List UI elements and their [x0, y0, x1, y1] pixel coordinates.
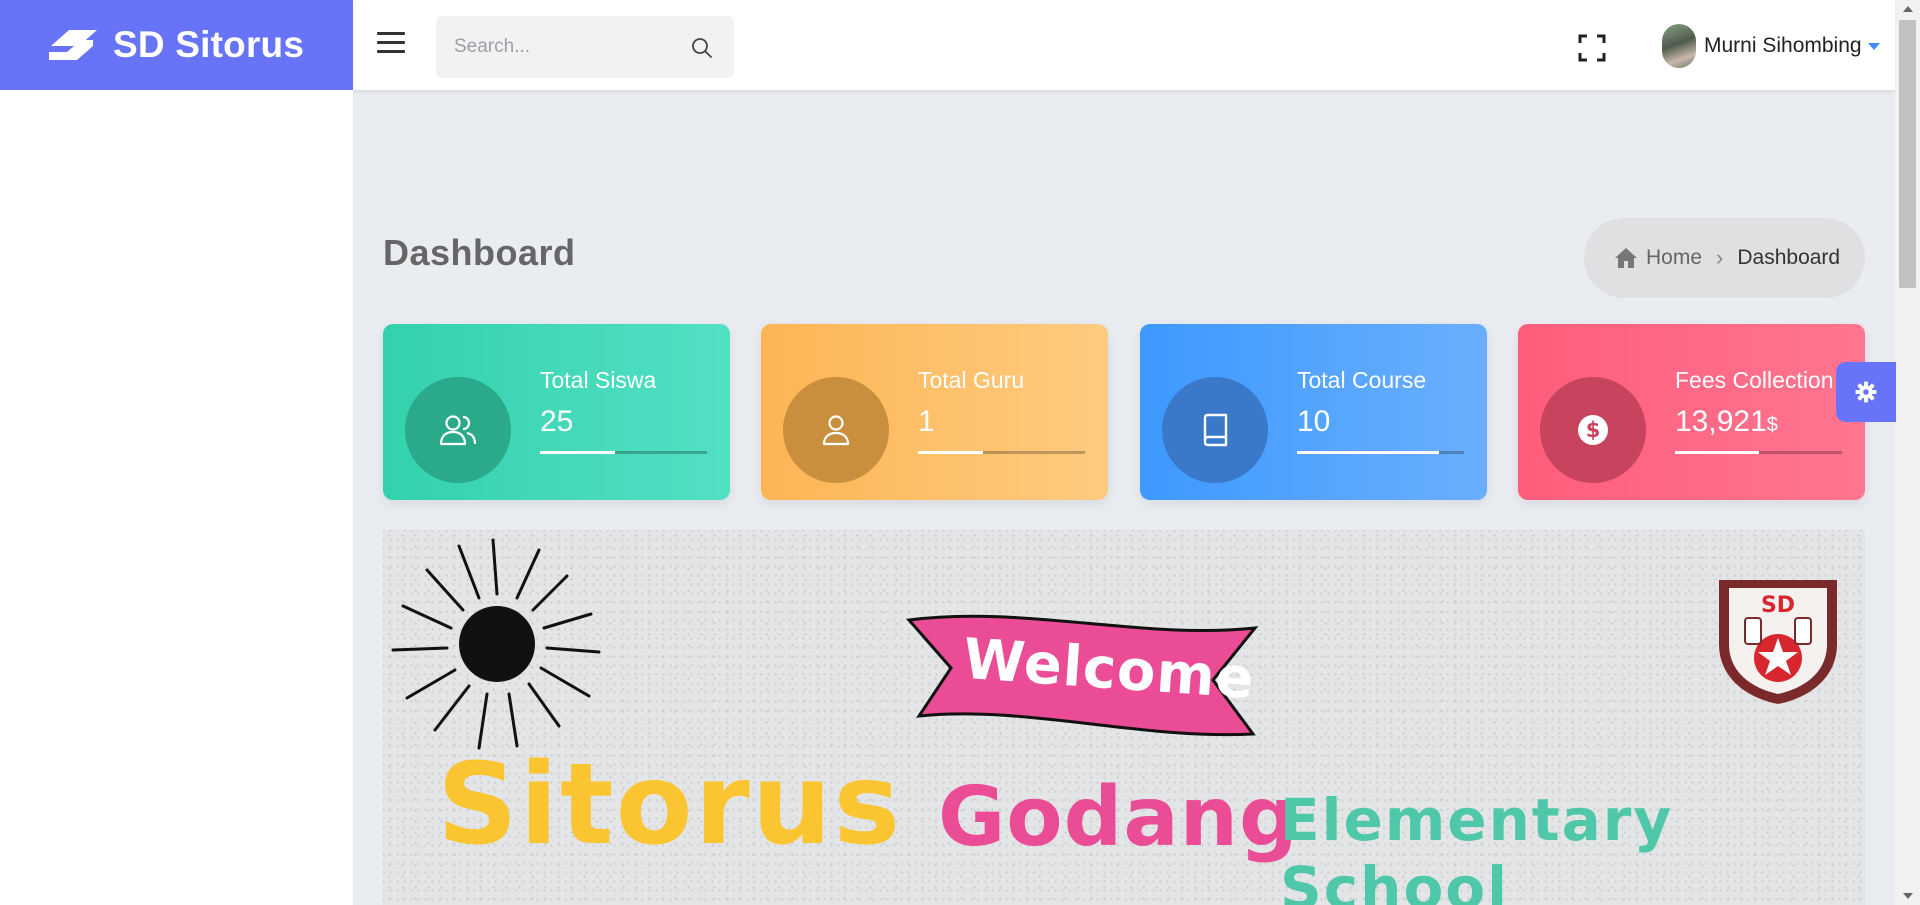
banner-word-sitorus: Sitorus — [437, 740, 903, 870]
home-icon[interactable] — [1614, 247, 1638, 269]
fullscreen-icon[interactable] — [1578, 34, 1606, 62]
users-icon — [439, 415, 477, 446]
brand-logo-area[interactable]: SD Sitorus — [0, 0, 353, 90]
search-input[interactable] — [436, 16, 666, 78]
stat-card-total-guru[interactable]: Total Guru 1 — [761, 324, 1108, 500]
crest-label: SD — [1761, 593, 1795, 618]
stat-progress-fill — [1675, 451, 1759, 454]
breadcrumb-home-link[interactable]: Home — [1646, 246, 1702, 270]
sun-illustration — [391, 538, 601, 750]
scroll-up-icon[interactable] — [1903, 6, 1913, 12]
breadcrumb-current: Dashboard — [1737, 246, 1841, 269]
top-navbar: Murni Sihombing — [353, 0, 1895, 90]
stat-progress-fill — [1297, 451, 1439, 454]
gear-icon — [1855, 381, 1877, 403]
stat-value: 10 — [1297, 405, 1331, 438]
stat-unit: $ — [1766, 414, 1778, 436]
avatar — [1662, 24, 1696, 68]
svg-text:$: $ — [1586, 418, 1601, 442]
banner-word-godang: Godang — [938, 770, 1299, 865]
sidebar — [0, 90, 353, 905]
user-name: Murni Sihombing — [1704, 34, 1862, 57]
menu-toggle-icon[interactable] — [377, 32, 405, 56]
stat-value: 25 — [540, 405, 574, 438]
breadcrumb-separator-icon: › — [1716, 245, 1724, 270]
welcome-banner: Welcome SD Sitorus Godang Elementary Sch… — [383, 530, 1865, 905]
dollar-icon: $ — [1578, 415, 1608, 445]
stat-icon-circle — [1162, 377, 1268, 483]
stat-progress-fill — [918, 451, 984, 454]
stat-progress-bar — [1675, 451, 1842, 454]
page-title: Dashboard — [383, 232, 576, 273]
stat-icon-circle — [783, 377, 889, 483]
school-crest: SD — [1719, 580, 1837, 704]
scroll-down-icon[interactable] — [1903, 893, 1913, 899]
stat-label: Total Course — [1297, 367, 1427, 393]
breadcrumb: Home › Dashboard — [1584, 218, 1865, 298]
stat-progress-bar — [918, 451, 1085, 454]
stat-value: 13,921$ — [1675, 405, 1778, 438]
brand-logo-icon — [49, 30, 97, 60]
stat-label: Fees Collection — [1675, 367, 1834, 393]
user-icon — [822, 415, 850, 446]
scroll-thumb[interactable] — [1899, 20, 1916, 288]
search-box — [436, 16, 734, 78]
stat-progress-bar — [1297, 451, 1464, 454]
stat-label: Total Guru — [918, 367, 1025, 393]
stat-progress-fill — [540, 451, 616, 454]
page-scrollbar[interactable] — [1895, 0, 1920, 905]
stat-card-total-siswa[interactable]: Total Siswa 25 — [383, 324, 730, 500]
stat-card-fees-collection[interactable]: $ Fees Collection 13,921$ — [1518, 324, 1865, 500]
search-icon[interactable] — [690, 36, 714, 60]
stat-card-total-course[interactable]: Total Course 10 — [1140, 324, 1487, 500]
user-menu[interactable]: Murni Sihombing — [1662, 24, 1880, 68]
settings-toggle-button[interactable] — [1836, 362, 1896, 422]
stat-value: 1 — [918, 405, 935, 438]
brand-name: SD Sitorus — [113, 24, 305, 65]
stat-progress-bar — [540, 451, 707, 454]
stat-icon-circle — [405, 377, 511, 483]
book-icon — [1203, 413, 1228, 447]
stat-label: Total Siswa — [540, 367, 657, 393]
chevron-down-icon — [1867, 42, 1880, 50]
banner-word-school: Elementary School — [1280, 786, 1674, 905]
stat-icon-circle: $ — [1540, 377, 1646, 483]
